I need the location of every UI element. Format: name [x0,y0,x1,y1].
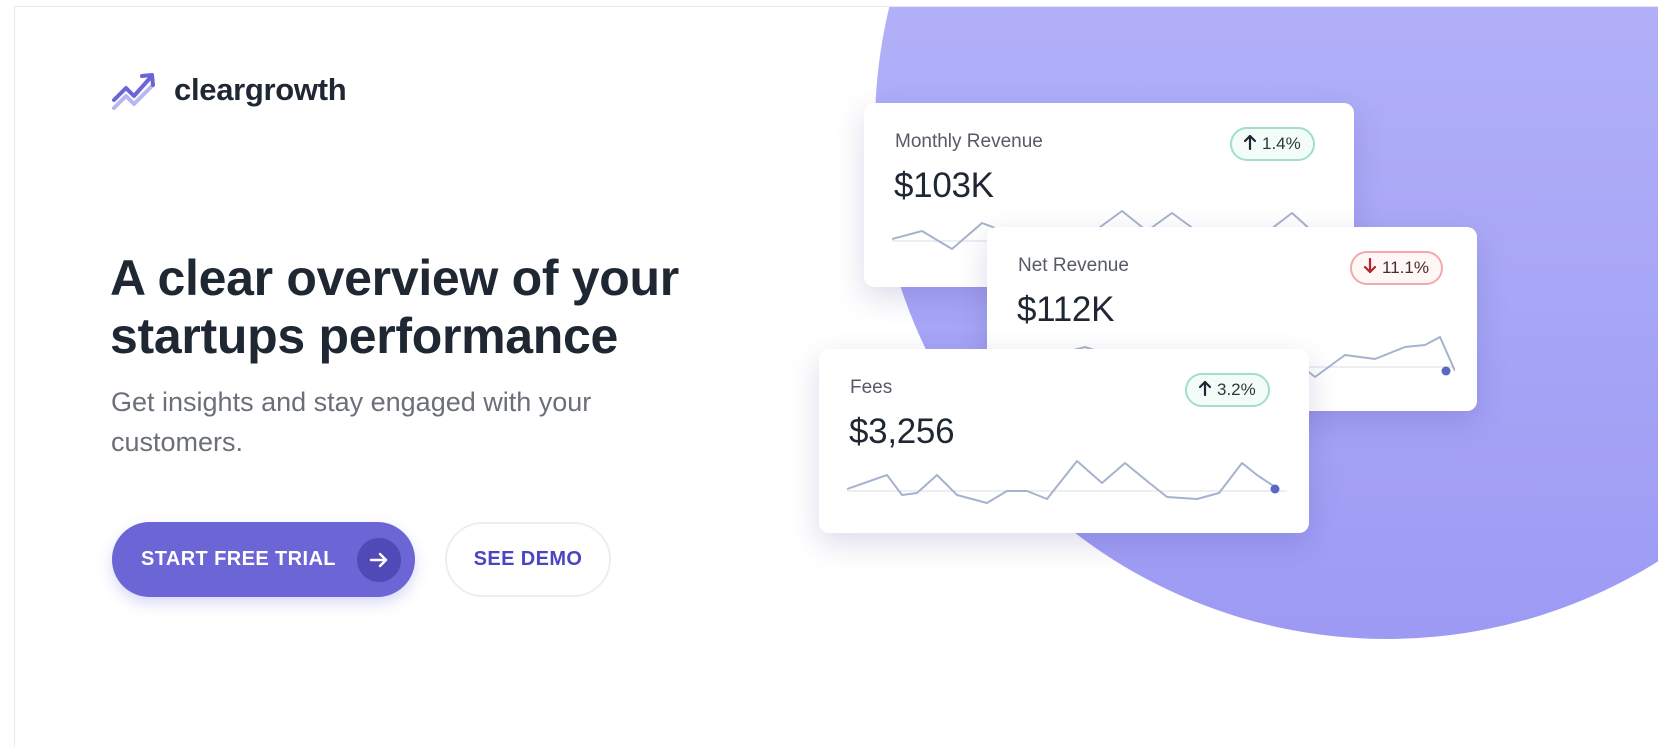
arrow-up-icon [1243,134,1257,155]
change-value: 11.1% [1382,258,1429,277]
arrow-down-icon [1363,257,1377,279]
change-badge: 11.1% [1350,251,1443,285]
trend-arrows-icon [112,70,160,110]
sparkline-endpoint [1270,484,1280,494]
start-free-trial-button[interactable]: START FREE TRIAL [112,522,415,597]
sparkline-endpoint [1441,366,1451,376]
brand-logo[interactable]: cleargrowth [112,70,347,110]
hero-headline: A clear overview of your startups perfor… [110,249,810,365]
change-badge: 1.4% [1230,127,1315,161]
change-value: 1.4% [1262,134,1301,153]
brand-name: cleargrowth [174,72,347,107]
card-title: Monthly Revenue [895,131,1043,152]
card-value: $3,256 [849,412,955,451]
hero-subtext: Get insights and stay engaged with your … [111,382,731,462]
headline-line-1: A clear overview of your [110,250,679,306]
headline-line-2: startups performance [110,308,619,364]
arrow-right-icon [357,538,401,582]
hero-section: cleargrowth A clear overview of your sta… [14,6,1658,747]
card-title: Net Revenue [1018,255,1129,276]
change-badge: 3.2% [1185,373,1270,407]
fees-card: Fees $3,256 3.2% [819,349,1309,533]
card-title: Fees [850,377,893,398]
card-value: $103K [894,166,994,205]
start-free-trial-label: START FREE TRIAL [141,548,336,570]
sparkline-chart [847,460,1287,504]
see-demo-button[interactable]: SEE DEMO [445,522,611,597]
subtext-line-1: Get insights and stay engaged with your [111,387,592,417]
arrow-up-icon [1198,380,1212,401]
subtext-line-2: customers. [111,427,244,457]
change-value: 3.2% [1217,380,1256,399]
see-demo-label: SEE DEMO [473,548,583,570]
